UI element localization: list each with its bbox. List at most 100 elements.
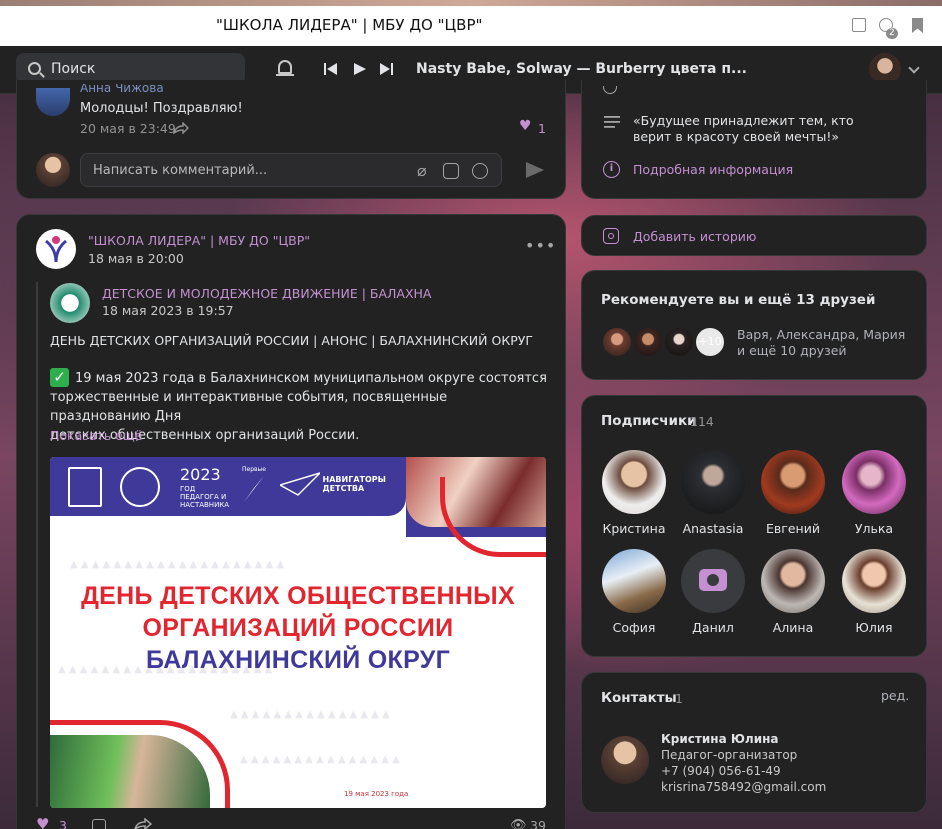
subscribers-count: 114 [690, 414, 714, 429]
repost-date[interactable]: 18 мая 2023 в 19:57 [102, 303, 234, 318]
window-titlebar: "ШКОЛА ЛИДЕРА" | МБУ ДО "ЦВР" 2 [0, 6, 942, 46]
send-icon[interactable] [526, 162, 544, 178]
prev-track-icon[interactable] [324, 63, 337, 75]
comment-date[interactable]: 20 мая в 23:49 [80, 121, 176, 136]
subscribers-title[interactable]: Подписчики [601, 413, 697, 429]
post-image[interactable]: ▲ ▲ ▲ ▲ ▲ ▲ ▲ ▲ ▲ ▲ ▲ ▲ ▲ ▲ ▲ ▲ ▲ ▲ ▲ ▲ … [50, 457, 546, 808]
subscriber-name: Anastasia [682, 521, 744, 536]
recommend-title: Рекомендуете вы и ещё 13 друзей [601, 292, 876, 308]
group-avatar[interactable] [36, 229, 76, 269]
post-body-line: 19 мая 2023 года в Балахнинском муниципа… [75, 371, 547, 386]
contact-info: Кристина Юлина Педагог-организатор +7 (9… [661, 731, 826, 795]
subscriber-name: Кристина [602, 521, 666, 536]
details-link[interactable]: Подробная информация [633, 162, 793, 177]
text-lines-icon [604, 116, 620, 128]
contacts-title[interactable]: Контакты [601, 690, 677, 706]
info-icon[interactable]: i [603, 161, 620, 178]
post-headline: ДЕНЬ ДЕТСКИХ ОРГАНИЗАЦИЙ РОССИИ | АНОНС … [50, 333, 533, 348]
comment-likes: 1 [538, 121, 546, 136]
subscriber-name: Евгений [766, 521, 820, 536]
subscriber-photo [602, 450, 666, 514]
share-icon[interactable] [173, 122, 189, 134]
subscriber[interactable]: Anastasia [673, 450, 753, 536]
window-title: "ШКОЛА ЛИДЕРА" | МБУ ДО "ЦВР" [216, 16, 483, 34]
friend-avatar[interactable] [663, 326, 695, 358]
poster-navigators-logo: НАВИГАТОРЫ ДЕТСТВА [278, 471, 386, 497]
duplicate-icon[interactable] [852, 18, 866, 32]
subscriber[interactable]: Юлия [834, 549, 914, 635]
contacts-count: 1 [675, 691, 683, 706]
subscriber[interactable]: Улька [834, 450, 914, 536]
heart-icon[interactable]: ♥ [519, 118, 532, 134]
subscriber-photo [761, 450, 825, 514]
poster-year: 2023 [180, 465, 221, 484]
bell-icon[interactable] [276, 59, 294, 79]
comment-placeholder: Написать комментарий... [93, 163, 268, 178]
repost-avatar[interactable] [50, 283, 90, 323]
poster-plane-icon [278, 472, 321, 496]
comment-icon[interactable] [92, 819, 106, 829]
emoji-icon[interactable] [472, 163, 488, 179]
subscriber[interactable]: Алина [753, 549, 833, 635]
subscriber-name: София [612, 620, 656, 635]
poster-coat-of-arms-icon [68, 467, 102, 507]
repost-icon[interactable] [134, 818, 152, 829]
friend-avatar[interactable] [601, 326, 633, 358]
play-icon[interactable] [354, 63, 366, 75]
contacts-edit-link[interactable]: ред. [881, 688, 909, 703]
now-playing-track[interactable]: Nasty Babe, Solway — Burberry цвета п... [416, 61, 747, 77]
subscriber-photo [842, 549, 906, 613]
recommend-names: Варя, Александра, Мария и ещё 10 друзей [737, 327, 905, 359]
repost-line [36, 282, 38, 807]
bookmark-icon[interactable] [912, 18, 923, 33]
camera-icon[interactable] [443, 163, 459, 179]
contact-email[interactable]: krisrina758492@gmail.com [661, 779, 826, 795]
like-icon[interactable]: ♥ [36, 815, 49, 829]
svg-text:▲ ▲ ▲ ▲ ▲ ▲ ▲ ▲ ▲ ▲ ▲ ▲ ▲ ▲ ▲: ▲ ▲ ▲ ▲ ▲ ▲ ▲ ▲ ▲ ▲ ▲ ▲ ▲ ▲ ▲ ▲ ▲ ▲ ▲ ▲ [70, 559, 285, 570]
poster-line-1: ДЕНЬ ДЕТСКИХ ОБЩЕСТВЕННЫХ [81, 582, 515, 610]
comment-text: Молодцы! Поздравляю! [80, 101, 243, 116]
poster-line-2: ОРГАНИЗАЦИЙ РОССИИ [142, 614, 454, 642]
instagram-icon-dot [608, 233, 614, 239]
comment-input[interactable]: Написать комментарий... ⌀ [80, 153, 502, 187]
friend-avatar[interactable] [632, 326, 664, 358]
subscriber[interactable]: Данил [673, 549, 753, 635]
show-more-link[interactable]: Показать ещё [50, 428, 142, 443]
poster-year-text: ГОД ПЕДАГОГА И НАСТАВНИКА [180, 485, 230, 509]
subscriber[interactable]: Евгений [753, 450, 833, 536]
contact-name[interactable]: Кристина Юлина [661, 731, 826, 747]
search-placeholder: Поиск [51, 61, 96, 77]
subscriber-photo [681, 450, 745, 514]
my-avatar[interactable] [36, 153, 70, 187]
friend-more-count: +10 [698, 335, 722, 348]
chevron-down-icon[interactable] [908, 62, 920, 74]
subscriber-name: Алина [772, 620, 814, 635]
subscriber[interactable]: София [594, 549, 674, 635]
next-track-icon[interactable] [380, 63, 393, 75]
subscriber-name: Улька [854, 521, 894, 536]
subscriber-photo [761, 549, 825, 613]
subscriber-name: Юлия [855, 620, 893, 635]
recommend-card [581, 270, 927, 380]
more-options-icon[interactable]: ••• [525, 236, 556, 255]
post-author[interactable]: "ШКОЛА ЛИДЕРА" | МБУ ДО "ЦВР" [88, 233, 310, 248]
notifications-badge: 2 [886, 28, 898, 39]
commenter-name[interactable]: Анна Чижова [80, 84, 164, 95]
repost-author[interactable]: ДЕТСКОЕ И МОЛОДЕЖНОЕ ДВИЖЕНИЕ | БАЛАХНА [102, 286, 432, 301]
poster-year-logo: 2023 ГОД ПЕДАГОГА И НАСТАВНИКА [180, 465, 236, 509]
subscriber[interactable]: Кристина [594, 450, 674, 536]
post-date[interactable]: 18 мая в 20:00 [88, 251, 184, 266]
add-story-label[interactable]: Добавить историю [633, 229, 756, 244]
poster-first-logo: Первые [242, 465, 266, 506]
attach-icon[interactable]: ⌀ [417, 161, 427, 180]
subscriber-photo [842, 450, 906, 514]
contact-phone: +7 (904) 056-61-49 [661, 764, 781, 778]
contact-role: Педагог-организатор [661, 748, 798, 762]
subscriber-name: Данил [692, 620, 734, 635]
poster-hex-logo-icon [120, 467, 160, 507]
contact-avatar[interactable] [601, 736, 649, 784]
subscriber-photo [602, 549, 666, 613]
poster-line-3: БАЛАХНИНСКИЙ ОКРУГ [145, 646, 451, 674]
recommend-names-line: Варя, Александра, Мария [737, 327, 906, 342]
friend-more-badge[interactable]: +10 [694, 326, 726, 358]
